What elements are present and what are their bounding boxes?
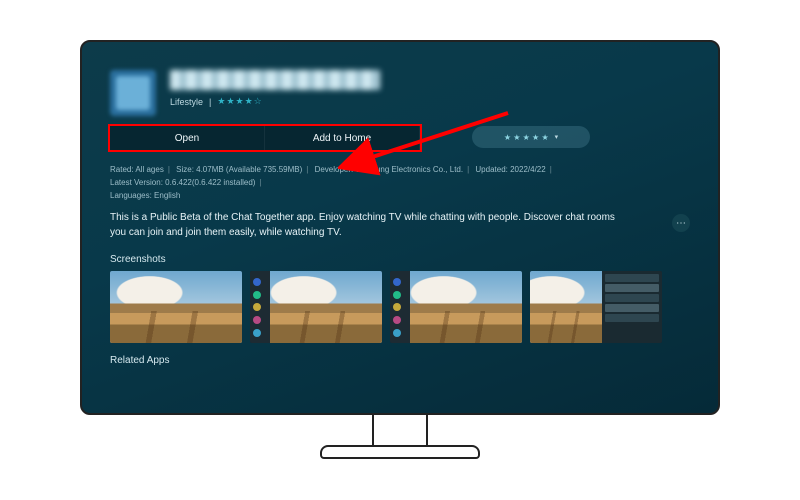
rating-dropdown[interactable]: ★ ★ ★ ★ ★ ▾ bbox=[472, 126, 590, 148]
app-icon bbox=[110, 70, 156, 116]
divider: | bbox=[209, 97, 211, 107]
meta-latest: Latest Version: 0.6.422(0.6.422 installe… bbox=[110, 178, 255, 187]
screenshot-image bbox=[270, 271, 382, 343]
action-row: Open Add to Home ★ ★ ★ ★ ★ ▾ bbox=[110, 126, 690, 150]
open-button[interactable]: Open bbox=[110, 126, 265, 150]
star-rating: ★★★★☆ bbox=[217, 96, 262, 107]
meta-developer: Developer: Samsung Electronics Co., Ltd. bbox=[315, 165, 464, 174]
screenshot-thumb[interactable] bbox=[390, 271, 522, 343]
tv-monitor-frame: Lifestyle | ★★★★☆ Open Add to Home ★ ★ ★… bbox=[80, 40, 720, 415]
app-header: Lifestyle | ★★★★☆ bbox=[110, 70, 690, 116]
chat-sidebar-mock bbox=[250, 271, 270, 343]
add-to-home-button[interactable]: Add to Home bbox=[265, 126, 420, 150]
app-description: This is a Public Beta of the Chat Togeth… bbox=[110, 210, 630, 240]
app-detail-screen: Lifestyle | ★★★★☆ Open Add to Home ★ ★ ★… bbox=[82, 42, 718, 376]
meta-updated: Updated: 2022/4/22 bbox=[475, 165, 545, 174]
screenshot-image bbox=[410, 271, 522, 343]
more-button[interactable]: ⋯ bbox=[672, 214, 690, 232]
app-metadata: Rated: All ages| Size: 4.07MB (Available… bbox=[110, 164, 690, 202]
screenshot-thumb[interactable] bbox=[250, 271, 382, 343]
meta-rated: Rated: All ages bbox=[110, 165, 164, 174]
app-meta: Lifestyle | ★★★★☆ bbox=[170, 96, 380, 107]
monitor-stand-neck bbox=[372, 415, 428, 445]
app-title-block: Lifestyle | ★★★★☆ bbox=[170, 70, 380, 107]
category-label: Lifestyle bbox=[170, 97, 203, 107]
rating-pill-stars: ★ ★ ★ ★ ★ bbox=[504, 133, 549, 142]
screenshot-thumb[interactable] bbox=[110, 271, 242, 343]
chat-sidebar-mock bbox=[390, 271, 410, 343]
app-title-blurred bbox=[170, 70, 380, 90]
screenshots-row[interactable] bbox=[110, 271, 690, 343]
settings-panel-mock bbox=[602, 271, 662, 343]
monitor-stand-base bbox=[320, 445, 480, 459]
chevron-down-icon: ▾ bbox=[555, 133, 559, 141]
screenshot-image bbox=[530, 271, 602, 343]
screenshot-image bbox=[110, 271, 242, 343]
screenshot-thumb[interactable] bbox=[530, 271, 662, 343]
meta-languages: Languages: English bbox=[110, 191, 180, 200]
related-apps-heading: Related Apps bbox=[110, 355, 690, 366]
description-row: This is a Public Beta of the Chat Togeth… bbox=[110, 210, 690, 240]
meta-size: Size: 4.07MB (Available 735.59MB) bbox=[176, 165, 302, 174]
screenshots-heading: Screenshots bbox=[110, 254, 690, 265]
